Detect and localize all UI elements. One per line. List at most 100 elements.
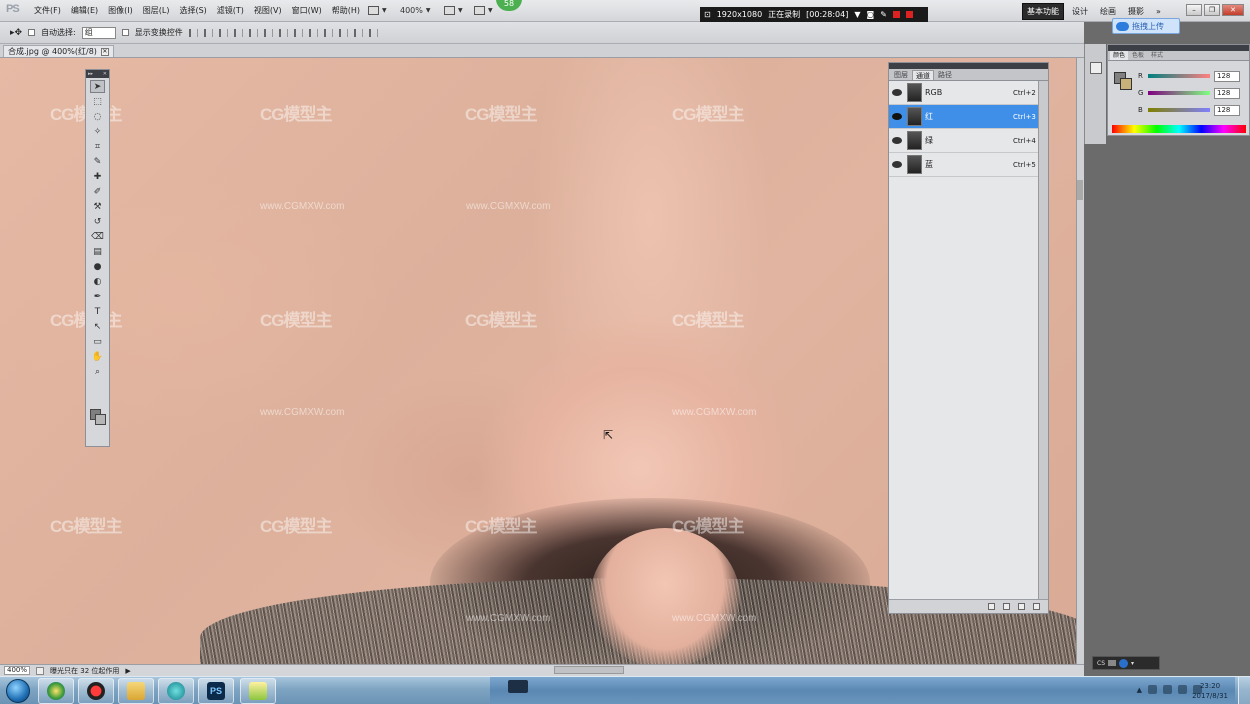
align-center-icon[interactable] [248, 28, 258, 37]
eraser-tool-icon[interactable]: ⌫ [90, 230, 105, 243]
workspace-essentials[interactable]: 基本功能 [1022, 3, 1064, 20]
blur-tool-icon[interactable]: ● [90, 260, 105, 273]
marquee-tool-icon[interactable]: ⬚ [90, 95, 105, 108]
taskbar-app-photoshop[interactable]: PS [198, 678, 234, 704]
delete-channel-icon[interactable] [1033, 603, 1040, 610]
screen-mode-menu[interactable]: ▼ [368, 4, 387, 17]
green-slider[interactable] [1148, 91, 1210, 95]
tab-color[interactable]: 颜色 [1110, 51, 1129, 60]
screen-layout-menu[interactable]: ▼ [474, 4, 493, 17]
distribute-middle-icon[interactable] [293, 28, 303, 37]
tab-channels[interactable]: 通道 [912, 70, 934, 80]
close-document-icon[interactable]: ✕ [100, 47, 109, 56]
notification-badge[interactable]: 58 [496, 0, 522, 11]
status-info-icon[interactable] [36, 666, 45, 675]
zoom-tool-icon[interactable]: ⌕ [90, 365, 105, 378]
channel-row[interactable]: 红 Ctrl+3 [889, 105, 1038, 129]
volume-icon[interactable] [1178, 685, 1187, 694]
blue-value-input[interactable]: 128 [1214, 104, 1240, 116]
distribute-right-icon[interactable] [353, 28, 363, 37]
move-tool-icon[interactable]: ➤ [90, 80, 105, 93]
taskbar-app-explorer[interactable] [118, 678, 154, 704]
status-menu-arrow-icon[interactable]: ▶ [125, 667, 130, 675]
taskbar-app-3d[interactable] [158, 678, 194, 704]
align-left-icon[interactable] [233, 28, 243, 37]
arrange-documents-menu[interactable]: ▼ [444, 4, 463, 17]
taskbar-app-browser[interactable] [38, 678, 74, 704]
background-color-swatch[interactable] [95, 414, 106, 425]
drag-upload-button[interactable]: 拖拽上传 [1112, 18, 1180, 34]
eyedropper-tool-icon[interactable]: ✎ [90, 155, 105, 168]
distribute-center-icon[interactable] [338, 28, 348, 37]
menu-select[interactable]: 选择(S) [179, 5, 206, 16]
shape-tool-icon[interactable]: ▭ [90, 335, 105, 348]
type-tool-icon[interactable]: T [90, 305, 105, 318]
restore-button[interactable]: ❐ [1204, 4, 1220, 16]
system-clock[interactable]: 23:20 2017/8/31 [1192, 681, 1228, 701]
taskbar-window-thumbnail[interactable] [508, 680, 528, 693]
color-background-swatch[interactable] [1120, 78, 1132, 90]
color-spectrum-ramp[interactable] [1112, 125, 1246, 133]
brush-tool-icon[interactable]: ✐ [90, 185, 105, 198]
tab-swatches[interactable]: 色板 [1129, 51, 1147, 60]
menu-view[interactable]: 视图(V) [254, 5, 282, 16]
gradient-tool-icon[interactable]: ▤ [90, 245, 105, 258]
tray-expand-icon[interactable]: ▲ [1137, 686, 1142, 694]
dodge-tool-icon[interactable]: ◐ [90, 275, 105, 288]
quick-select-tool-icon[interactable]: ✧ [90, 125, 105, 138]
channels-scrollbar[interactable] [1038, 81, 1048, 599]
channel-row[interactable]: 绿 Ctrl+4 [889, 129, 1038, 153]
menu-window[interactable]: 窗口(W) [292, 5, 322, 16]
document-tab[interactable]: 合成.jpg @ 400%(红/8) ✕ [3, 45, 114, 57]
visibility-eye-icon[interactable] [892, 137, 902, 144]
align-top-icon[interactable] [188, 28, 198, 37]
dropdown-icon[interactable]: ▼ [854, 10, 860, 19]
auto-align-icon[interactable] [368, 28, 378, 37]
clone-stamp-tool-icon[interactable]: ⚒ [90, 200, 105, 213]
taskbar-app-recorder[interactable] [78, 678, 114, 704]
distribute-left-icon[interactable] [323, 28, 333, 37]
zoom-level-menu[interactable]: 400% ▼ [400, 4, 431, 17]
auto-select-checkbox[interactable] [28, 29, 36, 36]
pen-tool-icon[interactable]: ✒ [90, 290, 105, 303]
pause-icon[interactable] [892, 11, 900, 18]
visibility-eye-icon[interactable] [892, 113, 902, 120]
red-slider[interactable] [1148, 74, 1210, 78]
help-icon[interactable] [1119, 658, 1128, 668]
menu-file[interactable]: 文件(F) [34, 5, 61, 16]
channel-row[interactable]: RGB Ctrl+2 [889, 81, 1038, 105]
start-button[interactable] [6, 679, 30, 703]
menu-image[interactable]: 图像(I) [108, 5, 133, 16]
align-right-icon[interactable] [263, 28, 273, 37]
load-selection-icon[interactable] [988, 603, 995, 610]
save-selection-icon[interactable] [1003, 603, 1010, 610]
align-middle-icon[interactable] [203, 28, 213, 37]
stop-icon[interactable] [905, 11, 913, 18]
tab-styles[interactable]: 样式 [1148, 51, 1166, 60]
show-transform-checkbox[interactable] [121, 29, 129, 36]
lasso-tool-icon[interactable]: ◌ [90, 110, 105, 123]
hand-tool-icon[interactable]: ✋ [90, 350, 105, 363]
new-channel-icon[interactable] [1018, 603, 1025, 610]
menu-help[interactable]: 帮助(H) [332, 5, 360, 16]
workspace-painting[interactable]: 绘画 [1096, 4, 1120, 19]
healing-brush-tool-icon[interactable]: ✚ [90, 170, 105, 183]
minimize-button[interactable]: – [1186, 4, 1202, 16]
menu-filter[interactable]: 滤镜(T) [217, 5, 244, 16]
history-brush-tool-icon[interactable]: ↺ [90, 215, 105, 228]
green-value-input[interactable]: 128 [1214, 87, 1240, 99]
vertical-scrollbar[interactable] [1076, 58, 1084, 664]
taskbar-app-gallery[interactable] [240, 678, 276, 704]
menu-edit[interactable]: 编辑(E) [71, 5, 98, 16]
network-icon[interactable] [1163, 685, 1172, 694]
distribute-bottom-icon[interactable] [308, 28, 318, 37]
path-select-tool-icon[interactable]: ↖ [90, 320, 105, 333]
status-zoom-input[interactable]: 400% [4, 666, 31, 675]
vertical-scroll-thumb[interactable] [1077, 180, 1083, 200]
close-panel-icon[interactable]: ✕ [103, 70, 107, 78]
menu-layer[interactable]: 图层(L) [143, 5, 170, 16]
blue-slider[interactable] [1148, 108, 1210, 112]
visibility-eye-icon[interactable] [892, 89, 902, 96]
show-desktop-button[interactable] [1238, 677, 1250, 704]
workspace-photography[interactable]: 摄影 [1124, 4, 1148, 19]
